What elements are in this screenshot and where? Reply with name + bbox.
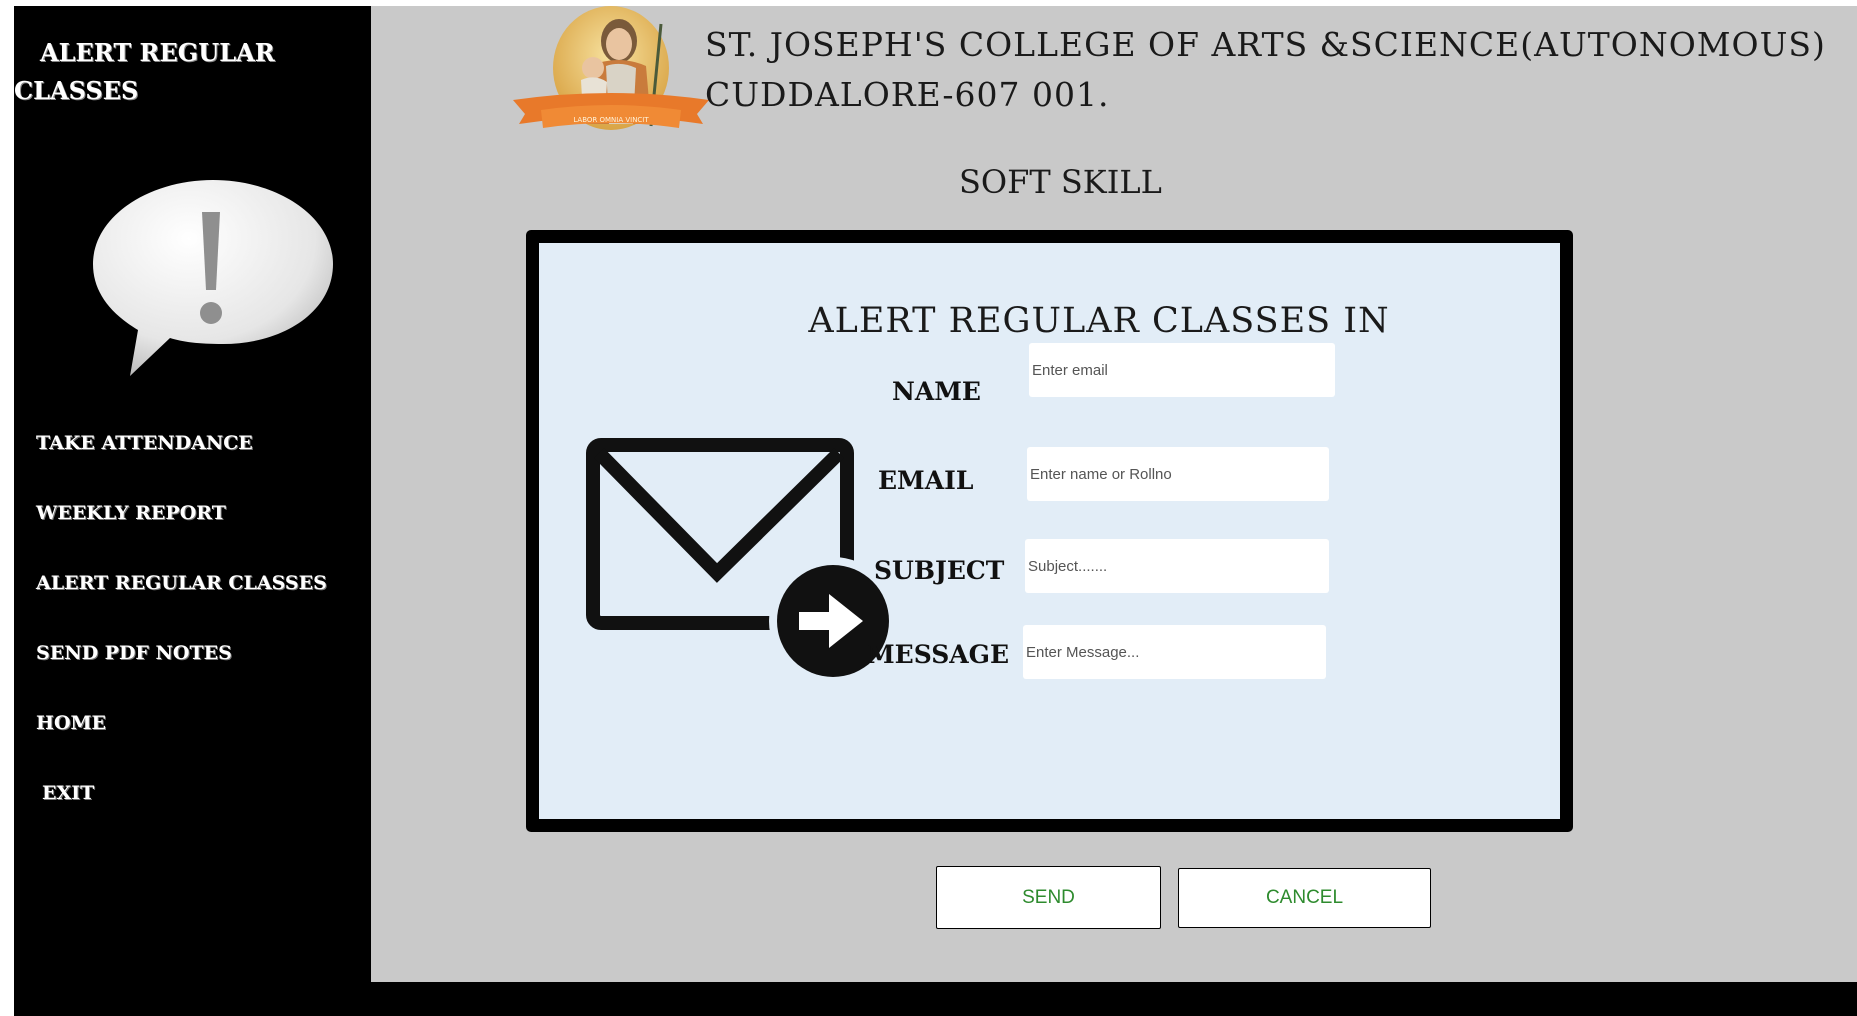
message-input[interactable] [1023,625,1326,679]
mail-send-icon [586,438,897,685]
college-name-line2: CUDDALORE-607 001. [705,75,1110,114]
name-label: NAME [892,377,981,406]
main-content: LABOR OMNIA VINCIT ST. JOSEPH'S COLLEGE … [371,6,1857,982]
alert-mail-form: ALERT REGULAR CLASSES IN MAIL NAME EMAIL… [526,230,1573,832]
college-name-line1: ST. JOSEPH'S COLLEGE OF ARTS &SCIENCE(AU… [705,25,1826,64]
sidebar-item-home[interactable]: HOME [36,712,106,734]
sidebar-item-alert-regular-classes[interactable]: ALERT REGULAR CLASSES [36,572,327,594]
sidebar-item-send-pdf-notes[interactable]: SEND PDF NOTES [36,642,232,664]
sidebar: ALERT REGULAR CLASSES TAKE ATTENDANCE WE… [14,6,370,982]
page-subtitle: SOFT SKILL [959,163,1162,201]
sidebar-title-line1: ALERT REGULAR [40,38,275,67]
college-emblem-logo: LABOR OMNIA VINCIT [513,6,709,130]
exclamation-speech-bubble-icon [93,180,333,376]
email-input[interactable] [1027,447,1329,501]
sidebar-item-weekly-report[interactable]: WEEKLY REPORT [36,502,226,524]
send-button[interactable]: SEND [936,866,1161,929]
cancel-button[interactable]: CANCEL [1178,868,1431,928]
logo-motto: LABOR OMNIA VINCIT [573,116,649,124]
subject-label: SUBJECT [874,556,1005,585]
sidebar-title: ALERT REGULAR CLASSES [14,34,334,110]
sidebar-title-line2: CLASSES [14,76,139,105]
subject-input[interactable] [1025,539,1329,593]
college-name: ST. JOSEPH'S COLLEGE OF ARTS &SCIENCE(AU… [705,20,1845,120]
name-input[interactable] [1029,343,1335,397]
sidebar-item-take-attendance[interactable]: TAKE ATTENDANCE [36,432,253,454]
sidebar-item-exit[interactable]: EXIT [42,782,94,804]
message-label: MESSAGE [867,640,1010,669]
email-label: EMAIL [878,466,974,495]
